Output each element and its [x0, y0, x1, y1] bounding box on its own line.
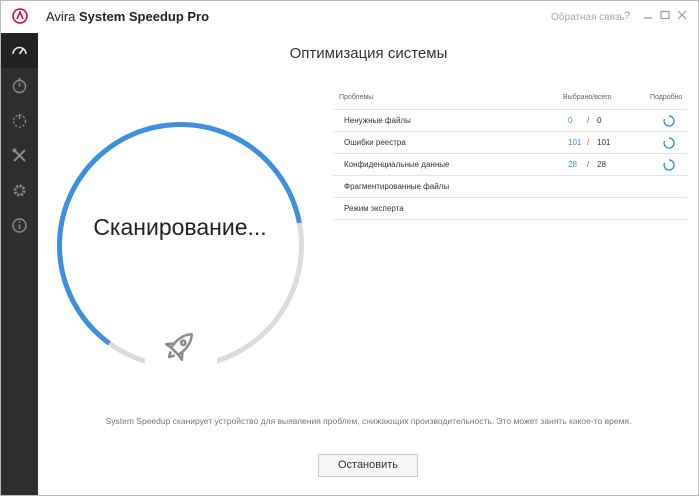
loading-spinner-icon [663, 137, 675, 149]
app-window: Avira System Speedup Pro Обратная связь … [0, 0, 699, 496]
close-icon[interactable] [676, 9, 688, 21]
help-button[interactable]: ? [624, 10, 630, 22]
table-row[interactable]: Фрагментированные файлы [333, 175, 687, 198]
table-bottom-divider [333, 219, 687, 220]
sidebar-item-info[interactable] [1, 208, 38, 243]
row-separator: / [587, 116, 590, 125]
maximize-icon[interactable] [659, 9, 671, 21]
ring-gap [145, 323, 217, 373]
tools-icon [12, 148, 26, 162]
scan-progress-ring [57, 122, 304, 373]
row-name: Фрагментированные файлы [344, 182, 450, 191]
loading-spinner-icon [663, 115, 675, 127]
title-bar: Avira System Speedup Pro Обратная связь … [1, 1, 698, 33]
feedback-link[interactable]: Обратная связь [551, 12, 625, 23]
avira-logo-icon [12, 8, 28, 24]
row-name: Режим эксперта [344, 204, 404, 213]
table-row[interactable]: Конфиденциальные данные 28 / 28 [333, 153, 687, 176]
app-title-product: System Speedup Pro [79, 9, 210, 24]
row-separator: / [587, 160, 590, 169]
header-problems: Проблемы [339, 94, 374, 101]
sidebar [1, 33, 38, 495]
sidebar-item-stopwatch[interactable] [1, 68, 38, 103]
app-title-prefix: Avira [46, 9, 76, 24]
sidebar-item-tools[interactable] [1, 138, 38, 173]
sidebar-item-speedometer[interactable] [1, 33, 38, 68]
header-selected-total: Выбрано/всего [563, 94, 612, 101]
gear-icon [13, 184, 26, 197]
stop-button[interactable]: Остановить [318, 454, 418, 477]
row-selected-count[interactable]: 0 [568, 116, 572, 125]
header-details: Подробно [650, 94, 683, 101]
table-row[interactable]: Ошибки реестра 101 / 101 [333, 131, 687, 154]
sidebar-item-settings[interactable] [1, 173, 38, 208]
app-title: Avira System Speedup Pro [46, 9, 209, 24]
scan-description: System Speedup сканирует устройство для … [105, 416, 632, 426]
table-row[interactable]: Ненужные файлы 0 / 0 [333, 109, 687, 132]
power-icon [12, 114, 27, 128]
row-name: Ненужные файлы [344, 116, 411, 125]
row-selected-count[interactable]: 28 [568, 160, 577, 169]
page-title: Оптимизация системы [289, 45, 448, 62]
scan-status-text: Сканирование... [93, 214, 267, 240]
loading-spinner-icon [663, 159, 675, 171]
row-name: Ошибки реестра [344, 138, 406, 147]
row-total-count: 28 [597, 160, 606, 169]
info-icon [12, 218, 27, 233]
main-content: Оптимизация системы Сканирование... Проб… [39, 33, 698, 495]
row-total-count: 0 [597, 116, 602, 125]
row-name: Конфиденциальные данные [344, 160, 450, 169]
row-selected-count[interactable]: 101 [568, 138, 581, 147]
speedometer-icon [12, 46, 27, 55]
sidebar-item-power[interactable] [1, 103, 38, 138]
minimize-icon[interactable] [642, 9, 654, 21]
table-row[interactable]: Режим эксперта [333, 197, 687, 220]
stopwatch-icon [12, 78, 27, 94]
row-separator: / [587, 138, 590, 147]
row-total-count: 101 [597, 138, 611, 147]
